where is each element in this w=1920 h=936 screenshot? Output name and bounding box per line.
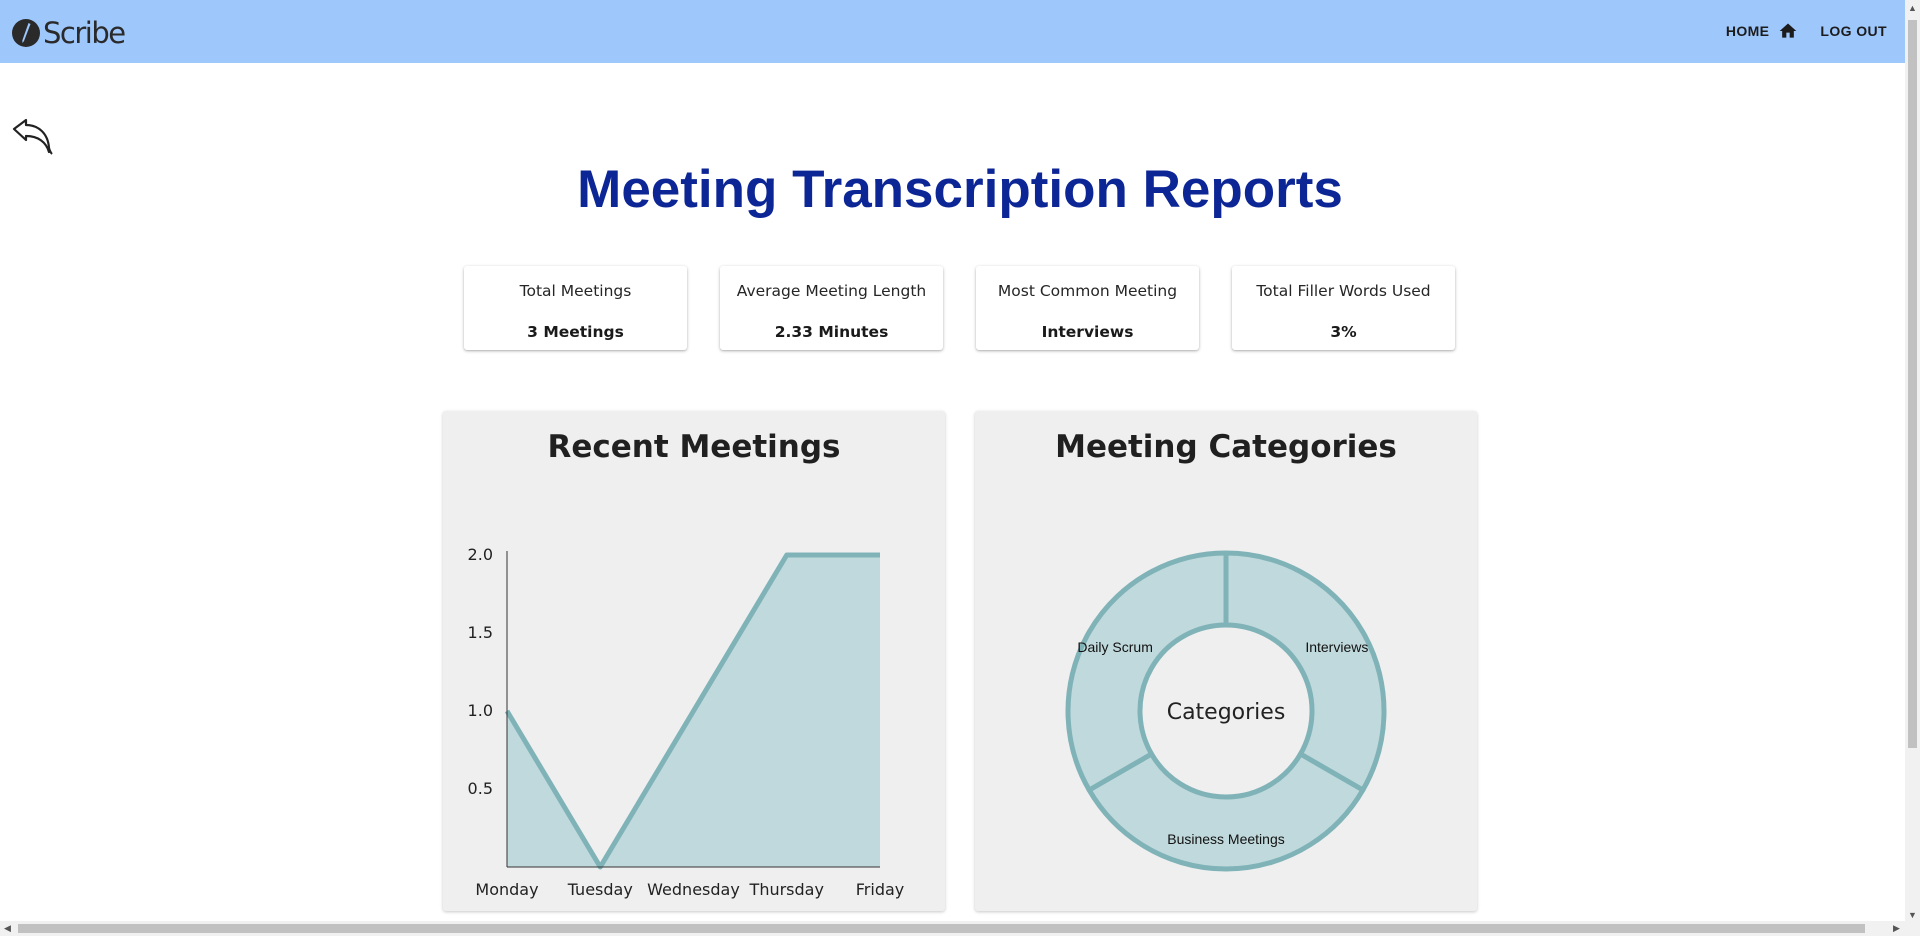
logout-link[interactable]: LOG OUT xyxy=(1820,23,1887,39)
stat-card-filler-words: Total Filler Words Used 3% xyxy=(1232,266,1455,350)
app-name: Scribe xyxy=(43,16,126,50)
page-title: Meeting Transcription Reports xyxy=(577,160,1343,219)
recent-meetings-panel: Recent Meetings 2.0 1.5 1.0 0.5 Monday Tuesda… xyxy=(443,411,945,911)
y-tick-label: 2.0 xyxy=(468,545,493,564)
x-tick-label: Wednesday xyxy=(647,880,740,899)
back-arrow-icon[interactable] xyxy=(11,118,54,156)
scrollbar-thumb[interactable] xyxy=(1908,20,1917,748)
vertical-scrollbar[interactable]: ▲ ▼ xyxy=(1905,0,1920,936)
recent-meetings-chart: 2.0 1.5 1.0 0.5 Monday Tuesday Wednesday Thursd… xyxy=(468,545,905,899)
stat-card-total-meetings: Total Meetings 3 Meetings xyxy=(464,266,687,350)
slice-label: Daily Scrum xyxy=(1077,639,1152,655)
pen-nib-icon xyxy=(12,19,40,47)
app-logo[interactable]: Scribe xyxy=(11,16,126,50)
stat-value: 3% xyxy=(1330,323,1357,341)
donut-center-label: Categories xyxy=(1167,700,1286,725)
y-tick-label: 1.0 xyxy=(468,701,493,720)
x-tick-label: Monday xyxy=(475,880,538,899)
donut-slice xyxy=(1065,550,1229,793)
stat-card-average-length: Average Meeting Length 2.33 Minutes xyxy=(720,266,943,350)
scrollbar-thumb[interactable] xyxy=(18,924,1865,933)
home-link[interactable]: HOME xyxy=(1726,23,1770,39)
stat-label: Total Filler Words Used xyxy=(1256,282,1431,300)
y-tick-label: 1.5 xyxy=(468,623,493,642)
scroll-down-icon[interactable]: ▼ xyxy=(1908,911,1917,920)
nav-links: HOME LOG OUT xyxy=(1726,21,1887,41)
scroll-right-icon[interactable]: ▶ xyxy=(1893,924,1900,933)
home-icon[interactable] xyxy=(1778,21,1798,41)
meeting-categories-panel: Meeting Categories Interviews Business Me… xyxy=(975,411,1477,911)
stat-value: Interviews xyxy=(1041,323,1134,341)
horizontal-scrollbar[interactable]: ◀ ▶ xyxy=(0,921,1905,936)
stat-card-most-common: Most Common Meeting Interviews xyxy=(976,266,1199,350)
y-tick-label: 0.5 xyxy=(468,779,493,798)
stat-label: Most Common Meeting xyxy=(997,282,1178,300)
stat-label: Average Meeting Length xyxy=(736,282,927,300)
x-tick-label: Friday xyxy=(856,880,905,899)
slice-label: Business Meetings xyxy=(1167,831,1285,847)
x-tick-label: Thursday xyxy=(749,880,824,899)
meeting-categories-chart: Interviews Business Meetings Daily Scrum Ca… xyxy=(1065,550,1387,872)
x-tick-label: Tuesday xyxy=(567,880,633,899)
stat-value: 3 Meetings xyxy=(527,323,624,341)
stat-value: 2.33 Minutes xyxy=(774,323,889,341)
slice-label: Interviews xyxy=(1305,639,1368,655)
donut-slice xyxy=(1086,751,1366,872)
top-navbar: Scribe HOME LOG OUT xyxy=(0,0,1905,63)
scroll-up-icon[interactable]: ▲ xyxy=(1908,4,1917,13)
stat-label: Total Meetings xyxy=(519,282,632,300)
scroll-left-icon[interactable]: ◀ xyxy=(4,924,11,933)
